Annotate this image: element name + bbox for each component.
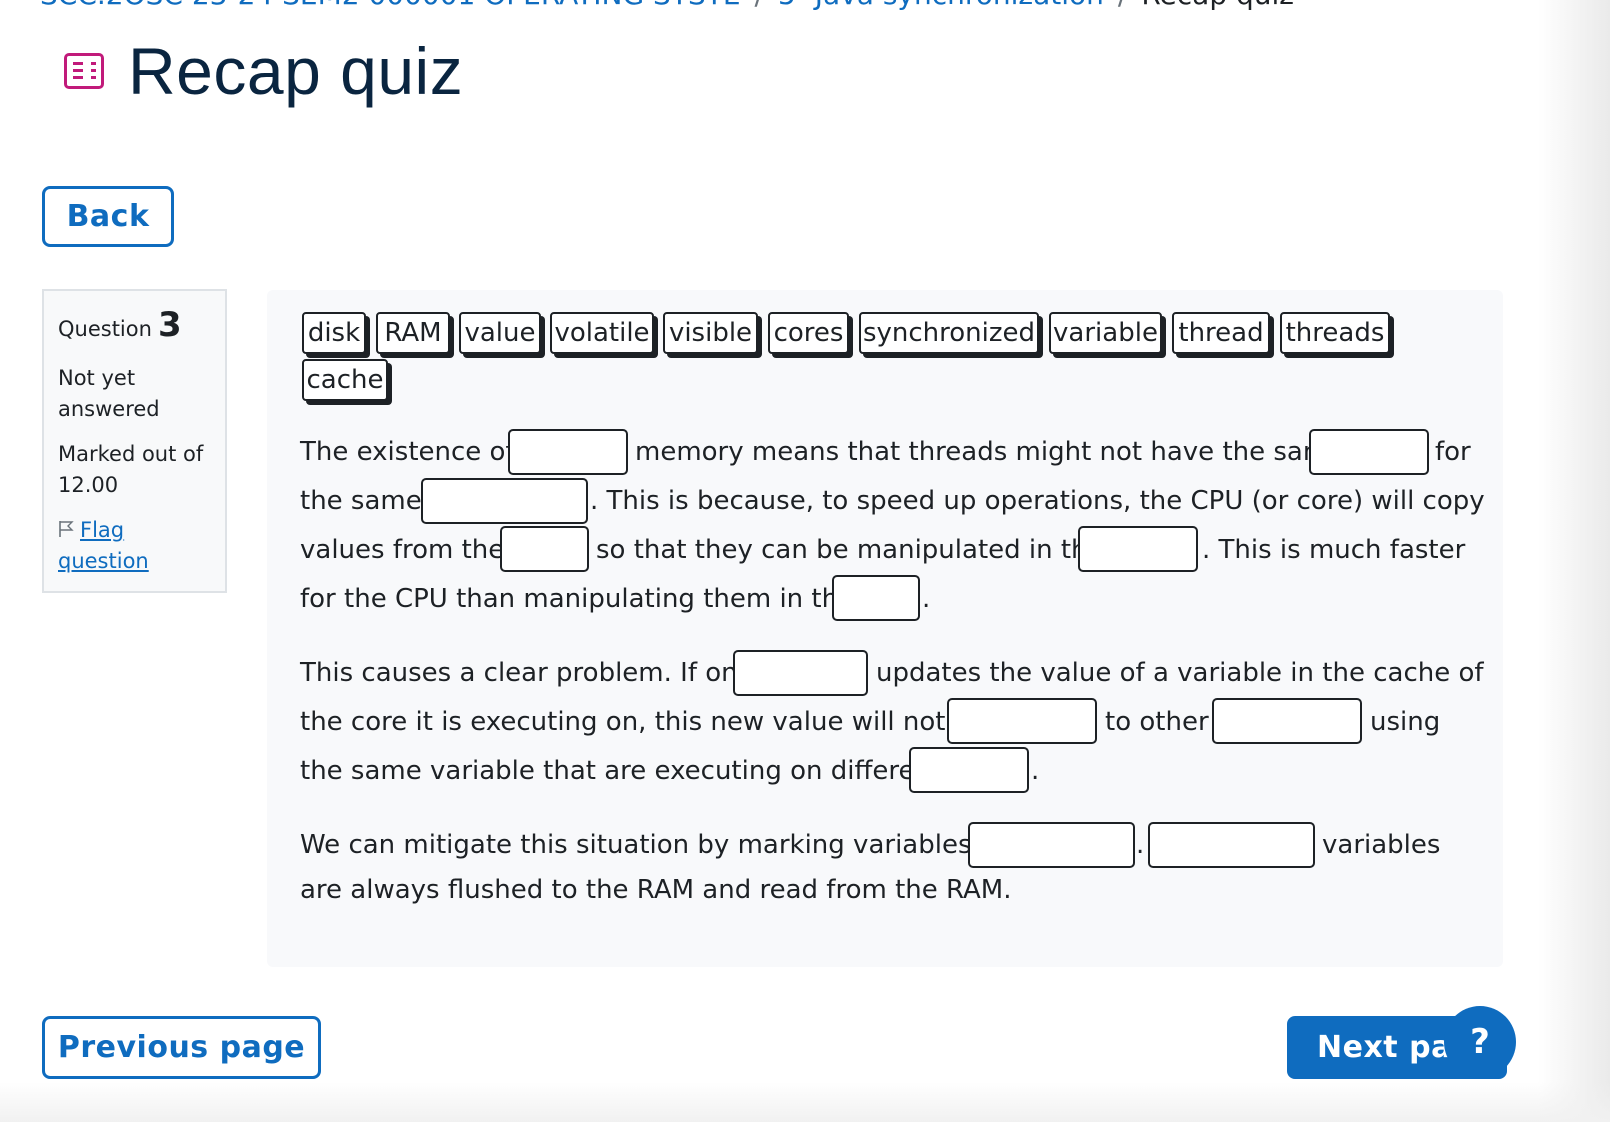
choice-chip-disk[interactable]: disk: [302, 312, 366, 354]
question-number-label: Question 3: [58, 305, 211, 345]
passage-text: the same variable that are executing on …: [300, 756, 942, 786]
question-word: Question: [58, 317, 152, 341]
passage-text: .: [1031, 756, 1040, 786]
passage-text: for the CPU than manipulating them in th…: [300, 584, 855, 614]
passage-text: .: [922, 584, 931, 614]
back-button[interactable]: Back: [42, 186, 174, 247]
drop-zone-6[interactable]: [832, 575, 920, 621]
passage-text: variables: [1322, 830, 1441, 860]
passage-text: values from the: [300, 535, 505, 565]
passage-text: to other: [1105, 707, 1209, 737]
page-header: Recap quiz: [64, 38, 463, 104]
passage-text: . This is because, to speed up operation…: [590, 486, 1485, 516]
quiz-icon: [64, 53, 104, 89]
passage-text: This causes a clear problem. If one: [300, 658, 754, 688]
breadcrumb-current: Recap quiz: [1141, 0, 1294, 11]
drop-zone-8[interactable]: [947, 698, 1097, 744]
drop-zone-1[interactable]: [508, 429, 628, 475]
passage-text: for: [1435, 437, 1471, 467]
flag-label-line-1[interactable]: Flag: [80, 518, 124, 542]
drop-zone-9[interactable]: [1212, 698, 1362, 744]
breadcrumb-course-link[interactable]: SCC.2OSC 23-24 SEM2 000001 OPERATING SYS…: [40, 0, 741, 11]
bottom-edge-shadow: [0, 1082, 1610, 1122]
passage-text: are always flushed to the RAM and read f…: [300, 875, 1012, 905]
question-info-panel: Question 3 Not yet answered Marked out o…: [42, 289, 227, 593]
drop-zone-7[interactable]: [733, 650, 868, 696]
breadcrumb: SCC.2OSC 23-24 SEM2 000001 OPERATING SYS…: [40, 0, 1294, 11]
previous-page-button[interactable]: Previous page: [42, 1016, 321, 1079]
flag-label-line-2[interactable]: question: [58, 546, 211, 577]
passage-text: using: [1370, 707, 1441, 737]
marks-line-2: 12.00: [58, 473, 119, 497]
flag-question-link[interactable]: Flag question: [58, 515, 211, 577]
question-content: disk RAM value volatile visible cores sy…: [267, 290, 1503, 967]
passage-text: . This is much faster: [1202, 535, 1466, 565]
question-number: 3: [157, 305, 182, 345]
drop-zone-12[interactable]: [1148, 822, 1315, 868]
choice-chip-visible[interactable]: visible: [663, 312, 758, 354]
choice-chip-cache[interactable]: cache: [302, 359, 388, 401]
passage-text: memory means that threads might not have…: [635, 437, 1345, 467]
passage-text: the core it is executing on, this new va…: [300, 707, 987, 737]
passage-text: .: [1136, 830, 1145, 860]
flag-icon: [59, 521, 74, 537]
question-status: Not yet answered: [58, 363, 211, 425]
breadcrumb-section-link[interactable]: 5- Java synchronization: [778, 0, 1104, 11]
drop-zone-5[interactable]: [1078, 526, 1198, 572]
drop-zone-10[interactable]: [909, 747, 1029, 793]
choice-chip-volatile[interactable]: volatile: [550, 312, 654, 354]
breadcrumb-separator: /: [755, 0, 764, 11]
passage-text: The existence of: [300, 437, 515, 467]
help-button[interactable]: ?: [1444, 1006, 1516, 1078]
status-line-2: answered: [58, 397, 160, 421]
status-line-1: Not yet: [58, 366, 136, 390]
choice-chip-synchronized[interactable]: synchronized: [859, 312, 1039, 354]
choice-chip-threads[interactable]: threads: [1280, 312, 1390, 354]
breadcrumb-separator: /: [1118, 0, 1127, 11]
drop-zone-4[interactable]: [500, 526, 589, 572]
choice-chip-value[interactable]: value: [459, 312, 541, 354]
passage-text: We can mitigate this situation by markin…: [300, 830, 1010, 860]
choice-chip-thread[interactable]: thread: [1172, 312, 1270, 354]
drop-zone-11[interactable]: [968, 822, 1135, 868]
question-marks: Marked out of 12.00: [58, 439, 211, 501]
page-title: Recap quiz: [128, 34, 464, 108]
drop-zone-2[interactable]: [1309, 429, 1429, 475]
passage-text: updates the value of a variable in the c…: [876, 658, 1484, 688]
passage-text: so that they can be manipulated in the: [596, 535, 1104, 565]
choice-chip-cores[interactable]: cores: [768, 312, 849, 354]
drop-zone-3[interactable]: [421, 478, 588, 524]
marks-line-1: Marked out of: [58, 442, 204, 466]
choice-chip-variable[interactable]: variable: [1049, 312, 1162, 354]
passage-text: the same: [300, 486, 422, 516]
right-edge-shadow: [1538, 0, 1610, 1122]
choice-chip-ram[interactable]: RAM: [376, 312, 450, 354]
